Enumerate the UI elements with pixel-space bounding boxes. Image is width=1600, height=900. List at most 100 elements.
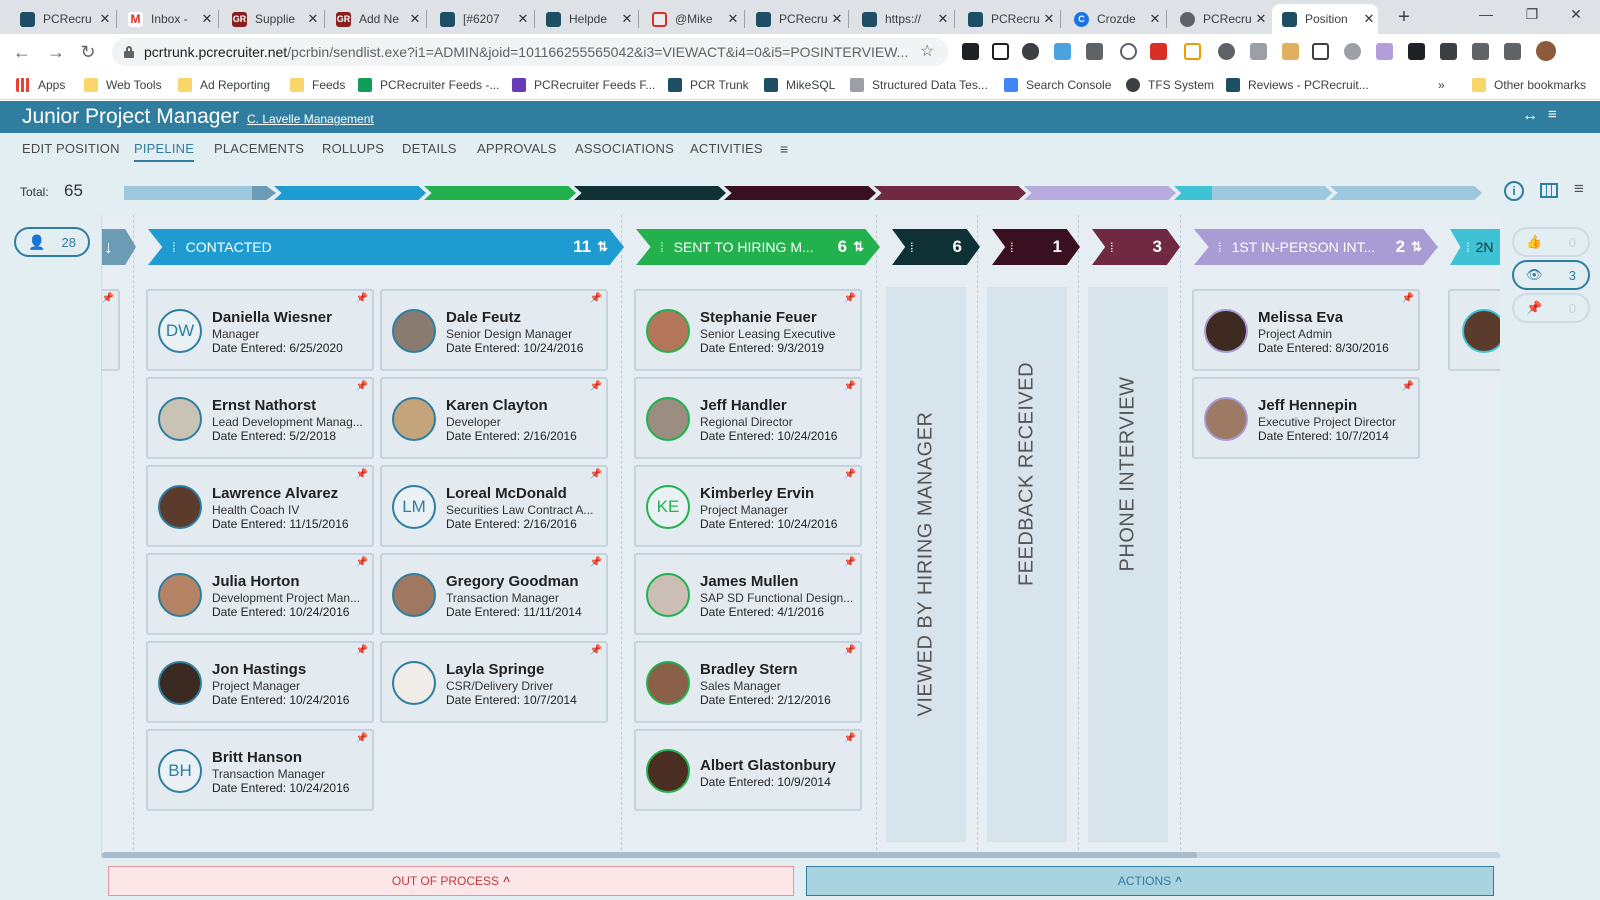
bookmark-folder[interactable]: Web Tools: [84, 76, 162, 94]
search-extension-icon[interactable]: [1120, 43, 1137, 60]
expand-width-icon[interactable]: ↔: [1522, 107, 1538, 125]
browser-tab[interactable]: GR Add Ne ✕: [326, 4, 424, 34]
pin-icon[interactable]: 📌: [844, 469, 856, 480]
pin-icon[interactable]: 📌: [844, 381, 856, 392]
candidate-name[interactable]: Julia Horton: [212, 573, 300, 590]
candidate-name[interactable]: Loreal McDonald: [446, 485, 567, 502]
candidate-name[interactable]: Britt Hanson: [212, 749, 302, 766]
forward-icon[interactable]: →: [44, 40, 68, 64]
info-icon[interactable]: i: [1504, 181, 1524, 201]
tab-pipeline[interactable]: PIPELINE: [134, 141, 195, 162]
extension-icon[interactable]: [1218, 43, 1235, 60]
candidate-name[interactable]: Stephanie Feuer: [700, 309, 817, 326]
close-icon[interactable]: ✕: [1252, 11, 1270, 27]
candidate-card[interactable]: 📌 BH Britt Hanson Transaction Manager Date E…: [146, 729, 374, 811]
tab-approvals[interactable]: APPROVALS: [477, 141, 557, 156]
candidate-name[interactable]: Karen Clayton: [446, 397, 548, 414]
stage-column-feedback-received[interactable]: FEEDBACK RECEIVED: [987, 287, 1067, 842]
bookmark-item[interactable]: MikeSQL: [764, 76, 835, 94]
extension-icon[interactable]: [1282, 43, 1299, 60]
pin-icon[interactable]: 📌: [590, 557, 602, 568]
pin-icon[interactable]: 📌: [102, 293, 114, 304]
stage-header-feedback-received[interactable]: ⁞ 1: [992, 229, 1080, 265]
browser-tab-active[interactable]: Position ✕: [1272, 4, 1378, 34]
candidate-card[interactable]: 📌 LM Loreal McDonald Securities Law Contrac…: [380, 465, 608, 547]
browser-tab[interactable]: PCRecru ✕: [1170, 4, 1270, 34]
candidate-name[interactable]: Layla Springe: [446, 661, 544, 678]
close-icon[interactable]: ✕: [1360, 11, 1378, 27]
extension-icon[interactable]: [1250, 43, 1267, 60]
candidate-card[interactable]: 📌 Melissa Eva Project Admin Date Entered: 8…: [1192, 289, 1420, 371]
candidate-name[interactable]: Daniella Wiesner: [212, 309, 332, 326]
address-bar[interactable]: pcrtrunk.pcrecruiter.net/pcrbin/sendlist…: [112, 38, 948, 66]
browser-tab[interactable]: https://✕: [852, 4, 952, 34]
pin-icon[interactable]: 📌: [1402, 293, 1414, 304]
stage-header-first-in-person-interview[interactable]: ⁞ 1ST IN-PERSON INT... 2 ⇅: [1194, 229, 1438, 265]
close-window-icon[interactable]: ✕: [1556, 6, 1596, 23]
bookmark-folder[interactable]: Ad Reporting: [178, 76, 270, 94]
bookmark-item[interactable]: PCR Trunk: [668, 76, 749, 94]
bookmark-apps[interactable]: Apps: [16, 76, 65, 94]
candidate-name[interactable]: Ernst Nathorst: [212, 397, 316, 414]
close-icon[interactable]: ✕: [1146, 11, 1164, 27]
bookmark-item[interactable]: TFS System: [1126, 76, 1214, 94]
pin-icon[interactable]: 📌: [844, 557, 856, 568]
tab-edit-position[interactable]: EDIT POSITION: [22, 141, 120, 156]
stage-column-phone-interview[interactable]: PHONE INTERVIEW: [1088, 287, 1168, 842]
extension-icon[interactable]: [962, 43, 979, 60]
extension-icon[interactable]: [1376, 43, 1393, 60]
sort-icon[interactable]: ⇅: [597, 239, 608, 255]
pin-icon[interactable]: 📌: [1402, 381, 1414, 392]
candidate-name[interactable]: Bradley Stern: [700, 661, 798, 678]
list-menu-icon[interactable]: ≡: [1548, 106, 1557, 123]
new-tab-button[interactable]: +: [1390, 4, 1418, 32]
candidate-name[interactable]: Lawrence Alvarez: [212, 485, 338, 502]
candidate-name[interactable]: Kimberley Ervin: [700, 485, 814, 502]
close-icon[interactable]: ✕: [828, 11, 846, 27]
like-filter-pill[interactable]: 👍 0: [1512, 227, 1590, 257]
browser-tab[interactable]: M Inbox - ✕: [118, 4, 216, 34]
bookmark-item[interactable]: Structured Data Tes...: [850, 76, 988, 94]
pin-icon[interactable]: 📌: [590, 469, 602, 480]
bookmark-item[interactable]: PCRecruiter Feeds -...: [358, 76, 499, 94]
extension-icon[interactable]: [1440, 43, 1457, 60]
screenshot-extension-icon[interactable]: [992, 43, 1009, 60]
bookmark-star-icon[interactable]: ☆: [920, 41, 934, 61]
candidate-card[interactable]: 📌 DW Daniella Wiesner Manager Date Entered: …: [146, 289, 374, 371]
candidate-card[interactable]: 📌 Lawrence Alvarez Health Coach IV Date Ent…: [146, 465, 374, 547]
tab-placements[interactable]: PLACEMENTS: [214, 141, 304, 156]
candidate-card[interactable]: 📌 Layla Springe CSR/Delivery Driver Date En…: [380, 641, 608, 723]
candidate-card[interactable]: 📌 Ernst Nathorst Lead Development Manag...…: [146, 377, 374, 459]
pin-icon[interactable]: 📌: [590, 293, 602, 304]
browser-tab[interactable]: [#6207 ✕: [430, 4, 532, 34]
candidate-name[interactable]: Jon Hastings: [212, 661, 306, 678]
candidate-card[interactable]: 📌 Dale Feutz Senior Design Manager Date Ent…: [380, 289, 608, 371]
bookmarks-overflow[interactable]: »: [1438, 76, 1445, 94]
close-icon[interactable]: ✕: [1040, 11, 1058, 27]
candidate-card[interactable]: 📌 Julia Horton Development Project Man... D…: [146, 553, 374, 635]
candidate-card[interactable]: 📌 Jeff Handler Regional Director Date Enter…: [634, 377, 862, 459]
browser-tab[interactable]: Helpde ✕: [536, 4, 636, 34]
candidate-name[interactable]: James Mullen: [700, 573, 798, 590]
company-link[interactable]: C. Lavelle Management: [247, 112, 374, 126]
reload-icon[interactable]: ↻: [76, 40, 100, 64]
candidate-card[interactable]: 📌 Albert Glastonbury Date Entered: 10/9/20…: [634, 729, 862, 811]
pin-icon[interactable]: 📌: [844, 645, 856, 656]
tab-activities[interactable]: ACTIVITIES: [690, 141, 763, 156]
minimize-icon[interactable]: —: [1466, 6, 1506, 22]
extension-icon[interactable]: [1086, 43, 1103, 60]
candidate-name[interactable]: Gregory Goodman: [446, 573, 579, 590]
close-icon[interactable]: ✕: [304, 11, 322, 27]
bookmark-folder[interactable]: Feeds: [290, 76, 345, 94]
pin-icon[interactable]: 📌: [356, 293, 368, 304]
pin-icon[interactable]: 📌: [356, 733, 368, 744]
sort-icon[interactable]: ⇅: [1411, 239, 1422, 255]
browser-tab[interactable]: PCRecru ✕: [10, 4, 114, 34]
candidate-card[interactable]: 📌 Jon Hastings Project Manager Date Entered…: [146, 641, 374, 723]
back-icon[interactable]: ←: [10, 40, 34, 64]
candidate-card[interactable]: 📌 Gregory Goodman Transaction Manager Date …: [380, 553, 608, 635]
candidate-card[interactable]: 📌 Stephanie Feuer Senior Leasing Executive…: [634, 289, 862, 371]
pin-icon[interactable]: 📌: [844, 293, 856, 304]
browser-tab[interactable]: PCRecru ✕: [958, 4, 1058, 34]
pinned-filter-pill[interactable]: 📌 0: [1512, 293, 1590, 323]
